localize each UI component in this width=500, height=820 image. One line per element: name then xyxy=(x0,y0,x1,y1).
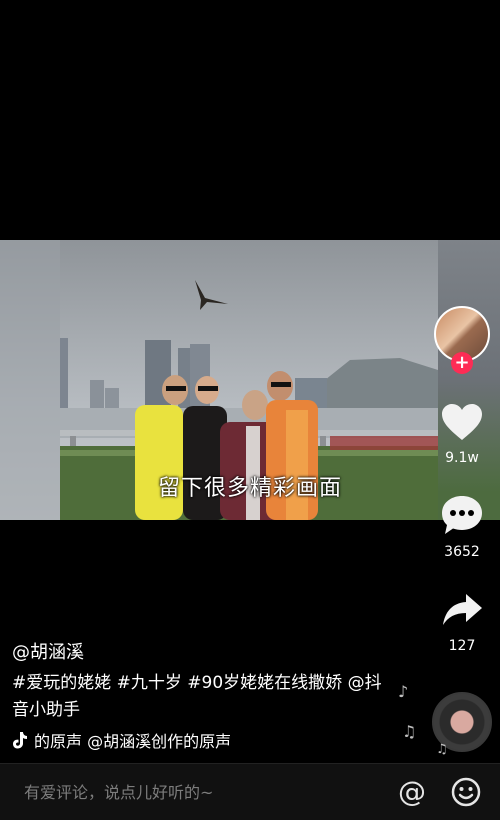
like-count: 9.1w xyxy=(445,450,479,466)
share-arrow-icon xyxy=(443,594,482,625)
follow-button[interactable]: + xyxy=(451,352,473,374)
music-note-icon: ♫ xyxy=(402,722,417,741)
music-note-icon: ♪ xyxy=(398,682,409,701)
mention-button[interactable]: @ xyxy=(396,776,428,808)
comment-count: 3652 xyxy=(444,544,480,560)
tiktok-note-icon xyxy=(13,732,27,749)
like-button[interactable]: 9.1w xyxy=(430,402,494,466)
comment-icon xyxy=(442,496,482,534)
comment-button[interactable]: 3652 xyxy=(430,494,494,560)
music-title: 的原声 @胡涵溪创作的原声 xyxy=(34,732,232,751)
comment-bar: @ xyxy=(0,763,500,820)
author-name[interactable]: @胡涵溪 xyxy=(12,638,84,664)
video-caption: 留下很多精彩画面 xyxy=(157,476,342,501)
music-note-icon: ♫ xyxy=(436,742,448,757)
music-info[interactable]: 的原声 @胡涵溪创作的原声 xyxy=(12,728,231,752)
emoji-icon[interactable] xyxy=(450,776,482,808)
share-count: 127 xyxy=(448,638,476,654)
comment-input[interactable] xyxy=(22,782,366,803)
share-button[interactable]: 127 xyxy=(430,590,494,654)
creator-avatar-group[interactable]: + xyxy=(434,306,490,374)
post-description[interactable]: #爱玩的姥姥 #九十岁 #90岁姥姥在线撒娇 @抖音小助手 xyxy=(12,670,392,724)
heart-icon xyxy=(442,404,482,440)
